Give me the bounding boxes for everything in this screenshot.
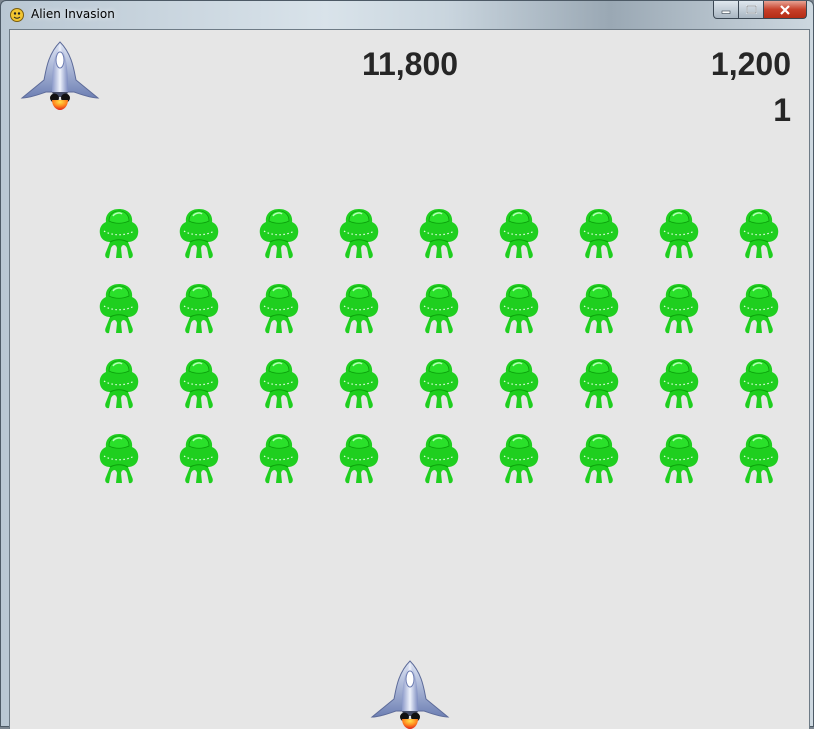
maximize-button[interactable] [739, 1, 764, 19]
alien [258, 208, 300, 260]
score-display: 11,800 [361, 46, 459, 82]
pygame-snake-icon [10, 8, 24, 22]
close-button[interactable] [764, 1, 807, 19]
alien [338, 358, 380, 410]
alien [738, 283, 780, 335]
alien [578, 358, 620, 410]
alien [498, 433, 540, 485]
alien [498, 208, 540, 260]
alien [338, 283, 380, 335]
player-ship [368, 659, 452, 729]
game-window: Alien Invasion 11,800 1,200 1 [0, 0, 814, 729]
alien [418, 358, 460, 410]
alien [658, 433, 700, 485]
alien [738, 358, 780, 410]
game-canvas[interactable]: 11,800 1,200 1 [9, 29, 810, 729]
alien [658, 283, 700, 335]
minimize-icon [721, 10, 731, 14]
high-score-display: 1,200 [710, 46, 791, 82]
alien [258, 283, 300, 335]
alien [498, 358, 540, 410]
alien [578, 433, 620, 485]
alien [98, 208, 140, 260]
alien [178, 208, 220, 260]
alien [98, 433, 140, 485]
alien [738, 433, 780, 485]
level-display: 1 [773, 92, 791, 128]
alien [178, 358, 220, 410]
alien [738, 208, 780, 260]
alien [178, 433, 220, 485]
alien [338, 433, 380, 485]
alien [418, 208, 460, 260]
title-bar[interactable]: Alien Invasion [1, 1, 813, 28]
alien [418, 433, 460, 485]
alien [258, 358, 300, 410]
alien [658, 358, 700, 410]
window-title: Alien Invasion [31, 7, 115, 21]
alien [258, 433, 300, 485]
maximize-icon [745, 5, 757, 14]
alien [498, 283, 540, 335]
alien [658, 208, 700, 260]
alien [98, 283, 140, 335]
alien [178, 283, 220, 335]
minimize-button[interactable] [713, 1, 739, 19]
alien [98, 358, 140, 410]
alien [578, 208, 620, 260]
ships-left-icon [18, 40, 102, 110]
alien [338, 208, 380, 260]
window-controls [713, 1, 807, 20]
alien [578, 283, 620, 335]
close-icon [780, 4, 790, 15]
alien [418, 283, 460, 335]
